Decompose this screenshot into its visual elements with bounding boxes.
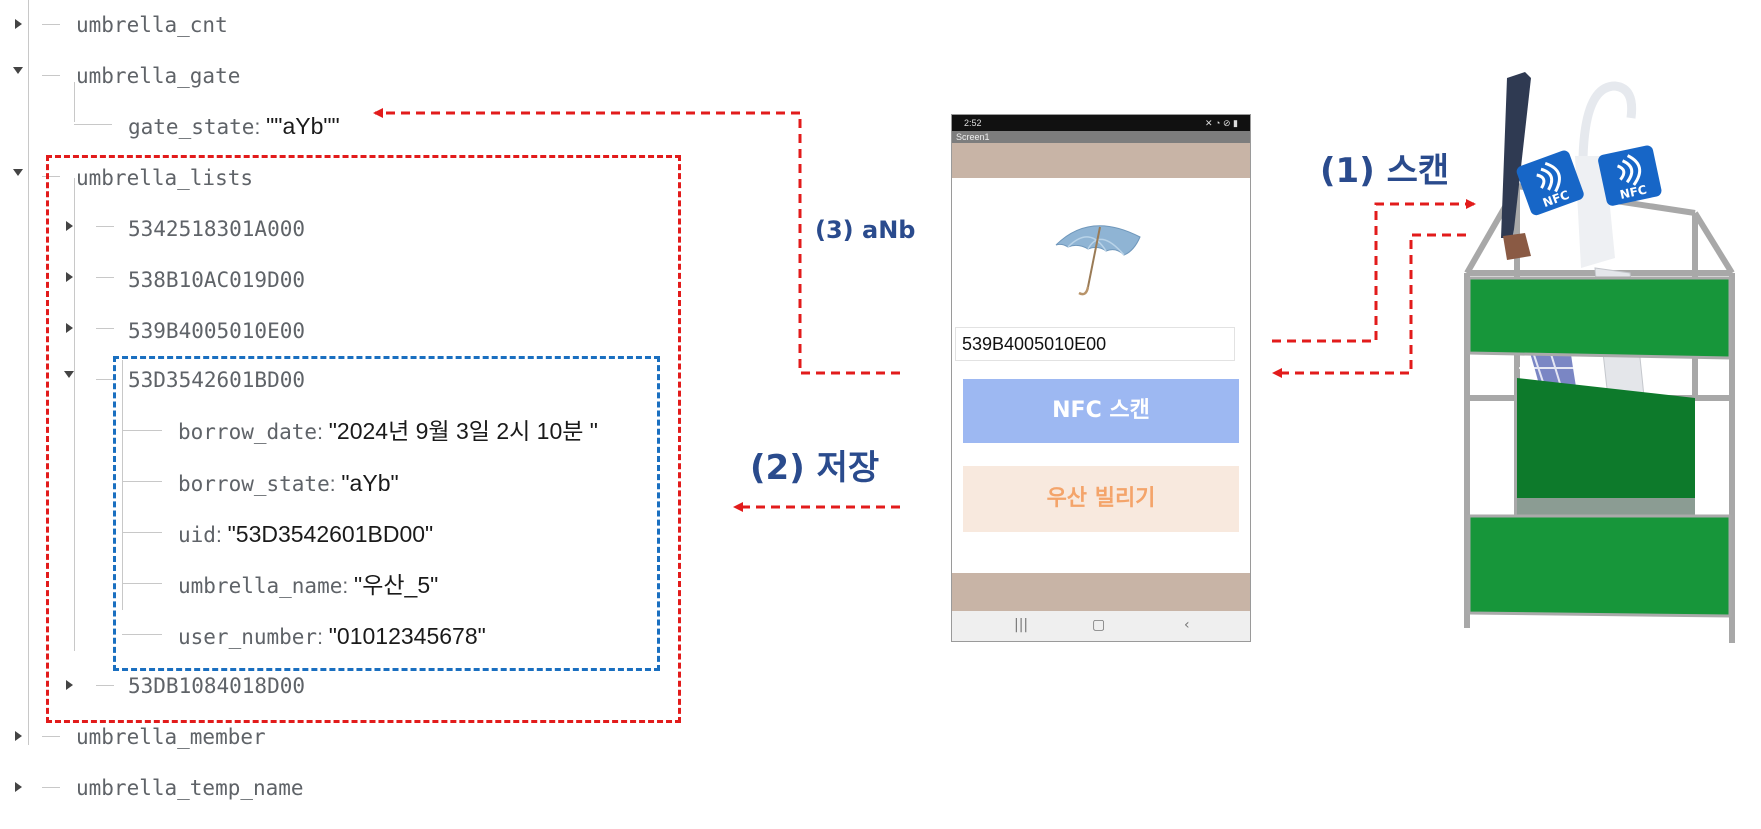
step-save-label: (2) 저장 xyxy=(750,448,880,488)
bottom-band xyxy=(952,573,1250,613)
nfc-tag-left: NFC xyxy=(1516,150,1584,216)
arrow-tag-to-phone xyxy=(1272,233,1466,378)
status-icons: ✕ ◔ ⊘ ▮ xyxy=(1205,118,1238,128)
status-time: 2:52 xyxy=(964,118,982,128)
nfc-tag-right: NFC xyxy=(1598,145,1662,206)
home-icon[interactable]: ▢ xyxy=(1092,617,1105,633)
phone-screen: 2:52 ✕ ◔ ⊘ ▮ Screen1 539B4005010E00 NFC … xyxy=(951,114,1251,642)
step-anb-label: (3) aNb xyxy=(815,216,916,244)
umbrella-stand-image: NFC NFC xyxy=(1464,72,1735,643)
status-bar: 2:52 ✕ ◔ ⊘ ▮ xyxy=(952,115,1250,131)
arrow-scan-to-tag xyxy=(1272,199,1476,343)
screen-title: Screen1 xyxy=(952,131,1250,143)
umbrella-icon xyxy=(1055,225,1141,296)
back-icon[interactable]: ‹ xyxy=(1184,617,1190,633)
nfc-scan-button[interactable]: NFC 스캔 xyxy=(963,379,1239,443)
borrow-umbrella-button[interactable]: 우산 빌리기 xyxy=(963,466,1239,532)
nav-bar: ||| ▢ ‹ xyxy=(952,611,1250,641)
step-scan-label: (1) 스캔 xyxy=(1320,151,1450,191)
uid-input[interactable]: 539B4005010E00 xyxy=(955,327,1235,361)
top-band xyxy=(952,143,1250,178)
recent-apps-icon[interactable]: ||| xyxy=(1014,617,1028,633)
